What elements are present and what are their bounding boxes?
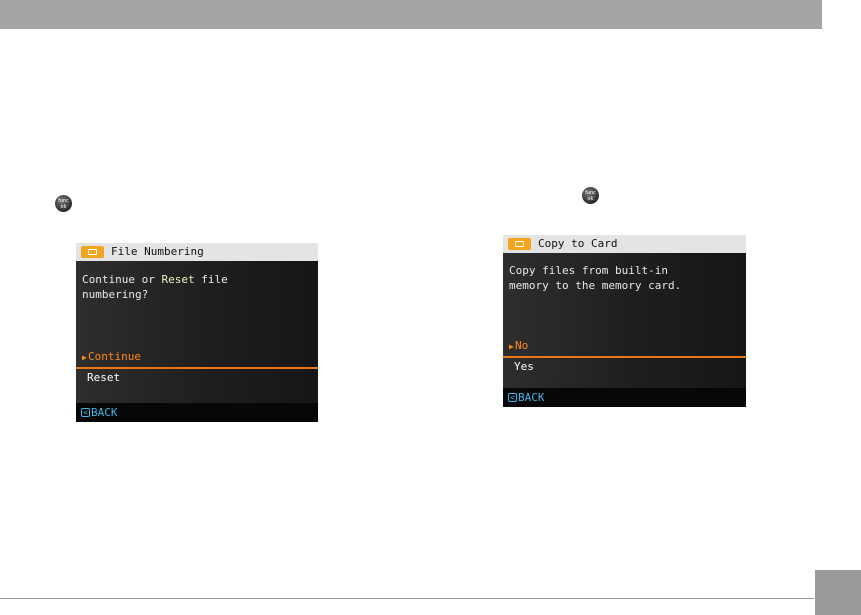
func-ok-button-icon: func ok <box>582 187 599 204</box>
message-accent: Reset <box>161 273 195 286</box>
back-label: BACK <box>518 391 545 404</box>
option-continue[interactable]: ▶Continue <box>76 347 318 369</box>
back-arrow-icon: < <box>81 407 90 417</box>
copy-to-card-screen: Copy to Card Copy files from built-in me… <box>503 235 746 407</box>
back-arrow-icon: < <box>508 392 517 402</box>
option-no[interactable]: ▶No <box>503 336 746 358</box>
page-number-tab <box>815 570 861 615</box>
screen-title-bar: Copy to Card <box>503 235 746 253</box>
menu-tab-icon <box>81 246 104 258</box>
file-numbering-screen: File Numbering Continue or Reset file nu… <box>76 243 318 422</box>
header-bar <box>0 0 822 29</box>
func-ok-button-icon: func ok <box>55 195 72 212</box>
back-bar[interactable]: < BACK <box>76 403 318 422</box>
screen-title: File Numbering <box>111 245 204 258</box>
back-label: BACK <box>91 406 118 419</box>
option-yes[interactable]: Yes <box>503 357 746 377</box>
option-reset[interactable]: Reset <box>76 368 318 388</box>
back-bar[interactable]: < BACK <box>503 388 746 407</box>
screen-message: Copy files from built-in memory to the m… <box>509 264 682 292</box>
footer-divider <box>0 598 814 599</box>
screen-title-bar: File Numbering <box>76 243 318 261</box>
menu-tab-icon <box>508 238 531 250</box>
screen-message: Continue or Reset file numbering? <box>82 273 228 301</box>
screen-title: Copy to Card <box>538 237 618 250</box>
